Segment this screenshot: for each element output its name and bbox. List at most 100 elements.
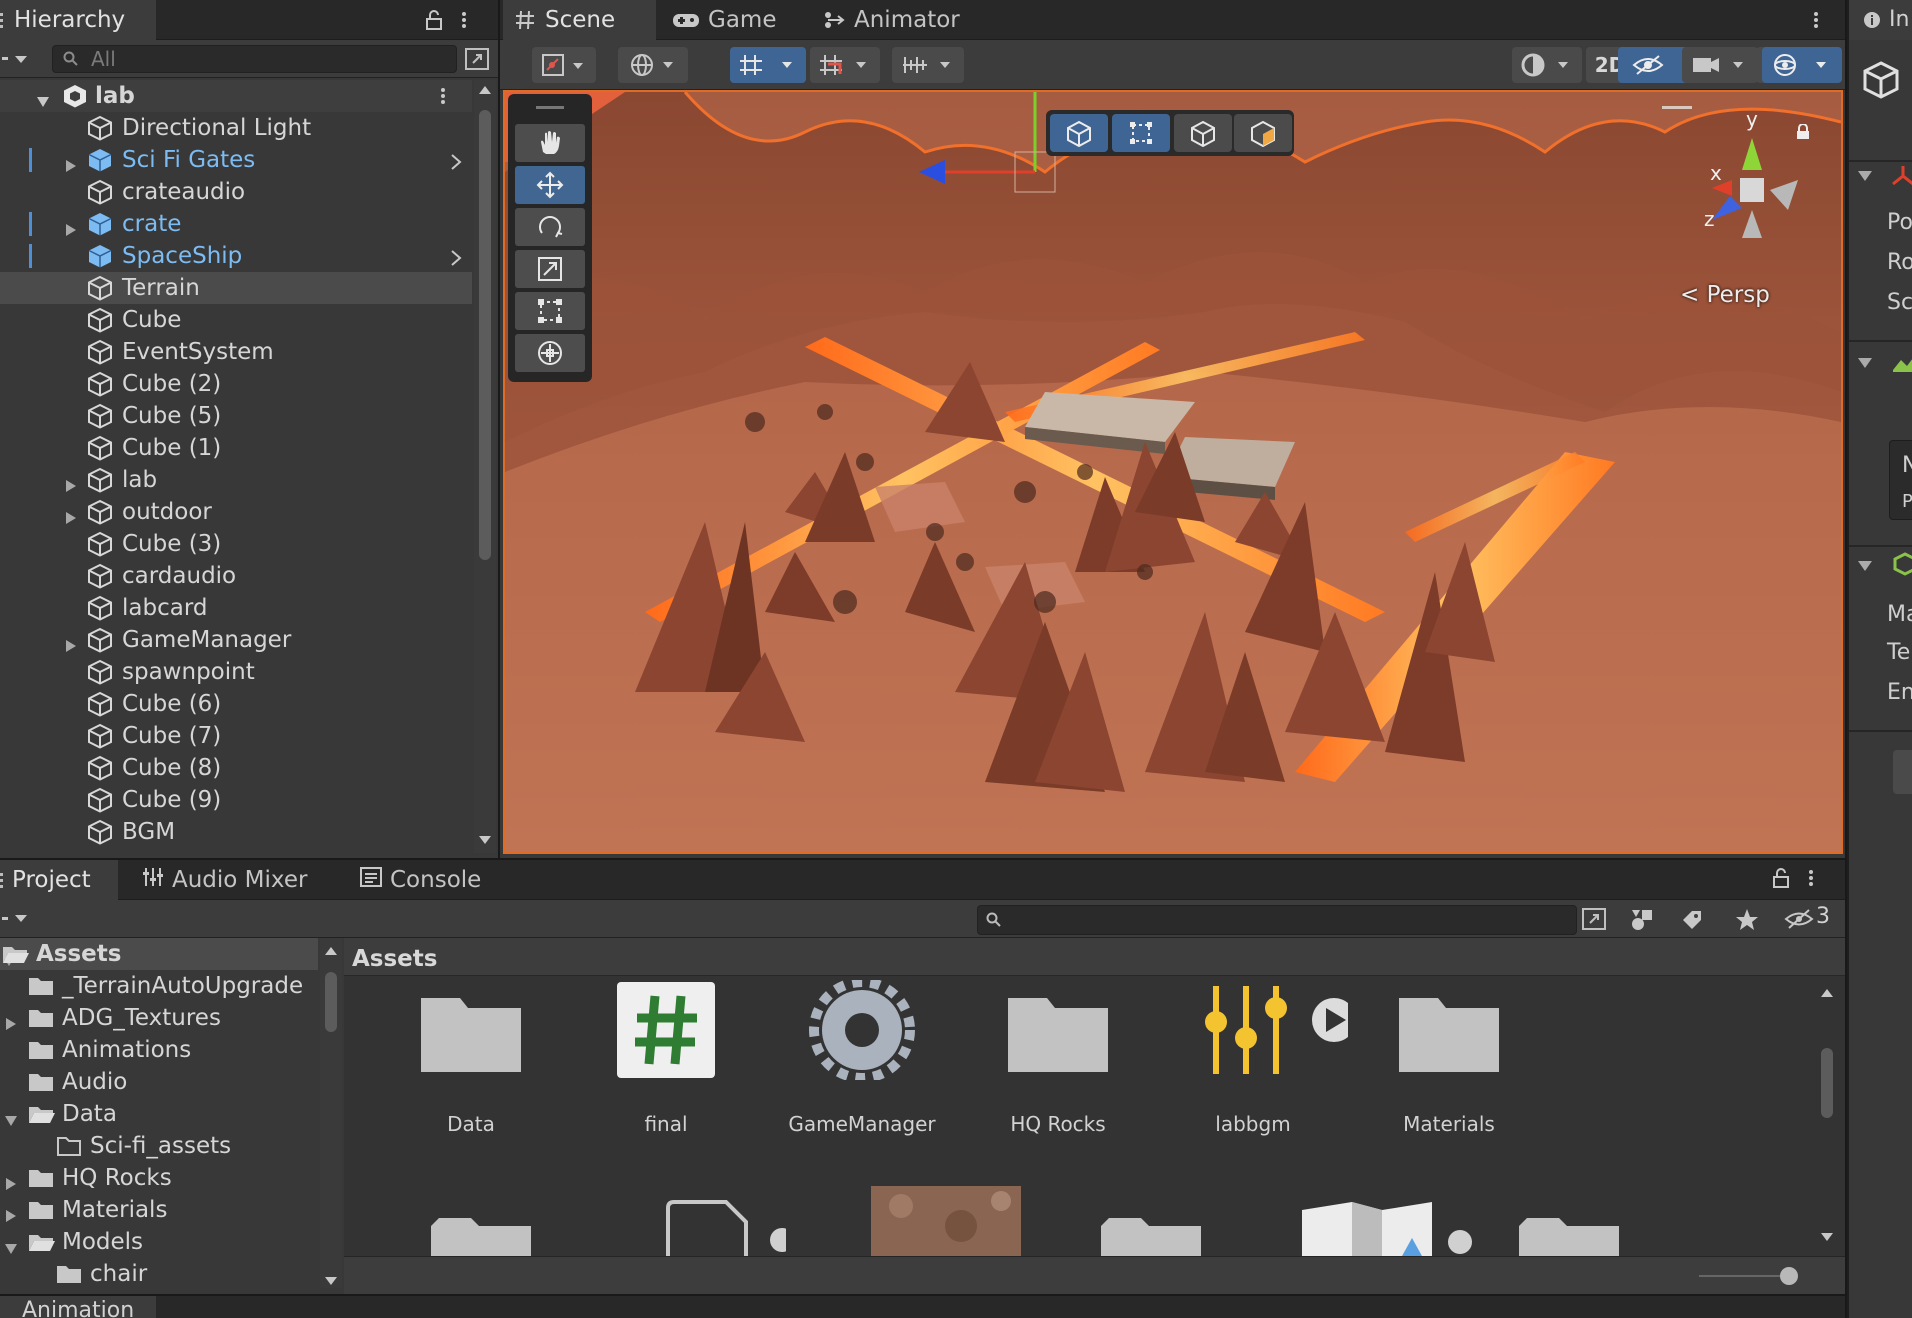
- scene-visibility-button[interactable]: [1618, 47, 1678, 83]
- chevron-right-icon[interactable]: [448, 151, 464, 170]
- lit-cube-button[interactable]: [1234, 114, 1292, 152]
- hierarchy-item[interactable]: crate: [0, 208, 472, 240]
- tab-audio-mixer[interactable]: Audio Mixer: [130, 860, 326, 900]
- folder-tree-item[interactable]: Sci-fi_assets: [0, 1130, 318, 1162]
- hierarchy-item[interactable]: Cube (8): [0, 752, 472, 784]
- breadcrumb-assets[interactable]: Assets: [352, 946, 437, 972]
- hierarchy-item[interactable]: labcard: [0, 592, 472, 624]
- hierarchy-item[interactable]: cardaudio: [0, 560, 472, 592]
- rotate-tool-button[interactable]: [515, 208, 585, 246]
- kebab-menu-icon[interactable]: [440, 86, 446, 112]
- chevron-right-icon[interactable]: [448, 247, 464, 266]
- hierarchy-item[interactable]: crateaudio: [0, 176, 472, 208]
- move-tool-button[interactable]: [515, 166, 585, 204]
- folder-tree-item[interactable]: Materials: [0, 1194, 318, 1226]
- tab-hierarchy[interactable]: Hierarchy: [0, 0, 156, 40]
- tab-game[interactable]: Game: [660, 0, 786, 40]
- folder-tree-scrollbar[interactable]: [320, 938, 342, 1288]
- hierarchy-item[interactable]: SpaceShip: [0, 240, 472, 272]
- tab-project[interactable]: Project: [0, 860, 118, 900]
- hierarchy-item[interactable]: outdoor: [0, 496, 472, 528]
- asset-partial-folder[interactable]: [431, 1206, 531, 1256]
- folder-tree-item[interactable]: Animations: [0, 1034, 318, 1066]
- hierarchy-item[interactable]: EventSystem: [0, 336, 472, 368]
- tab-console[interactable]: Console: [348, 860, 500, 900]
- scroll-down-icon[interactable]: [478, 834, 492, 846]
- scroll-down-icon[interactable]: [1820, 1228, 1834, 1247]
- expand-arrow-icon[interactable]: [64, 217, 78, 236]
- inspector-tab[interactable]: In: [1849, 0, 1912, 40]
- scroll-up-icon[interactable]: [478, 84, 492, 96]
- icon-size-slider-handle[interactable]: [1780, 1267, 1798, 1285]
- projection-label[interactable]: < Persp: [1680, 282, 1770, 308]
- asset-grid-scrollbar[interactable]: [1816, 978, 1838, 1248]
- hand-tool-button[interactable]: [515, 124, 585, 162]
- asset-partial-file[interactable]: [666, 1200, 786, 1256]
- rect-tool-button[interactable]: [515, 292, 585, 330]
- asset-breadcrumb[interactable]: Assets: [344, 938, 1845, 976]
- kebab-menu-icon[interactable]: [461, 10, 467, 30]
- collider-foldout-icon[interactable]: [1857, 558, 1873, 577]
- hierarchy-search-input[interactable]: All: [52, 45, 457, 73]
- expand-arrow-icon[interactable]: [64, 153, 78, 172]
- hierarchy-item[interactable]: Sci Fi Gates: [0, 144, 472, 176]
- scroll-down-icon[interactable]: [324, 1272, 338, 1291]
- filter-by-type-icon[interactable]: [1630, 908, 1656, 936]
- folder-tree-item[interactable]: ADG_Textures: [0, 1002, 318, 1034]
- wireframe-cube-button[interactable]: [1050, 114, 1108, 152]
- expand-arrow-icon[interactable]: [64, 473, 78, 492]
- folder-tree-item[interactable]: Assets: [0, 938, 318, 970]
- hierarchy-item[interactable]: Cube (3): [0, 528, 472, 560]
- folder-tree-item[interactable]: Audio: [0, 1066, 318, 1098]
- asset-partial-folder[interactable]: [1101, 1206, 1201, 1256]
- filter-by-label-icon[interactable]: [1680, 908, 1704, 936]
- transform-tool-button[interactable]: [515, 334, 585, 372]
- global-local-button[interactable]: [618, 47, 688, 83]
- folder-tree-scroll-thumb[interactable]: [325, 972, 337, 1032]
- expand-arrow-icon[interactable]: [64, 633, 78, 652]
- terrain-tool-box[interactable]: N Pl: [1889, 440, 1912, 520]
- hierarchy-item[interactable]: Cube (6): [0, 688, 472, 720]
- asset-partial-texture[interactable]: [871, 1186, 1021, 1256]
- lock-icon[interactable]: [1772, 868, 1790, 892]
- hierarchy-item[interactable]: Cube (9): [0, 784, 472, 816]
- hierarchy-item[interactable]: Terrain: [0, 272, 472, 304]
- folder-tree-item[interactable]: _TerrainAutoUpgrade: [0, 970, 318, 1002]
- gizmo-lock-icon[interactable]: [1796, 123, 1810, 144]
- palette-grip[interactable]: [536, 106, 564, 109]
- tab-animation[interactable]: Animation: [0, 1296, 156, 1318]
- shaded-cube-button[interactable]: [1174, 114, 1232, 152]
- add-component-button[interactable]: [1893, 750, 1912, 794]
- scroll-up-icon[interactable]: [324, 942, 338, 961]
- hierarchy-item[interactable]: Cube: [0, 304, 472, 336]
- hierarchy-item[interactable]: Cube (2): [0, 368, 472, 400]
- folder-tree-item[interactable]: chair: [0, 1258, 318, 1288]
- project-search-input[interactable]: [977, 905, 1577, 935]
- asset-partial-folder[interactable]: [1519, 1206, 1619, 1256]
- camera-settings-button[interactable]: [1682, 47, 1758, 83]
- icon-size-slider-track[interactable]: [1699, 1275, 1791, 1277]
- ruler-snap-button[interactable]: [892, 47, 964, 83]
- asset-partial-model[interactable]: [1292, 1198, 1472, 1256]
- folder-tree-item[interactable]: Data: [0, 1098, 318, 1130]
- tab-scene[interactable]: Scene: [503, 0, 656, 40]
- hierarchy-item[interactable]: GameManager: [0, 624, 472, 656]
- hierarchy-item[interactable]: spawnpoint: [0, 656, 472, 688]
- scene-visibility-icon[interactable]: [465, 48, 489, 70]
- grid-snap-button[interactable]: [730, 47, 806, 83]
- hierarchy-item[interactable]: Directional Light: [0, 112, 472, 144]
- increment-snap-button[interactable]: [810, 47, 880, 83]
- draw-mode-button[interactable]: [532, 47, 596, 83]
- scale-tool-button[interactable]: [515, 250, 585, 288]
- asset-grid-scroll-thumb[interactable]: [1821, 1048, 1833, 1118]
- terrain-foldout-icon[interactable]: [1857, 355, 1873, 374]
- folder-tree-item[interactable]: Models: [0, 1226, 318, 1258]
- search-scope-icon[interactable]: [1582, 908, 1606, 934]
- folder-tree-item[interactable]: HQ Rocks: [0, 1162, 318, 1194]
- expand-arrow-icon[interactable]: [64, 505, 78, 524]
- hierarchy-item[interactable]: lab: [0, 464, 472, 496]
- hidden-packages-icon[interactable]: [1784, 908, 1814, 934]
- hierarchy-item[interactable]: Cube (5): [0, 400, 472, 432]
- transform-foldout-icon[interactable]: [1857, 168, 1873, 187]
- shading-mode-button[interactable]: [1512, 47, 1582, 83]
